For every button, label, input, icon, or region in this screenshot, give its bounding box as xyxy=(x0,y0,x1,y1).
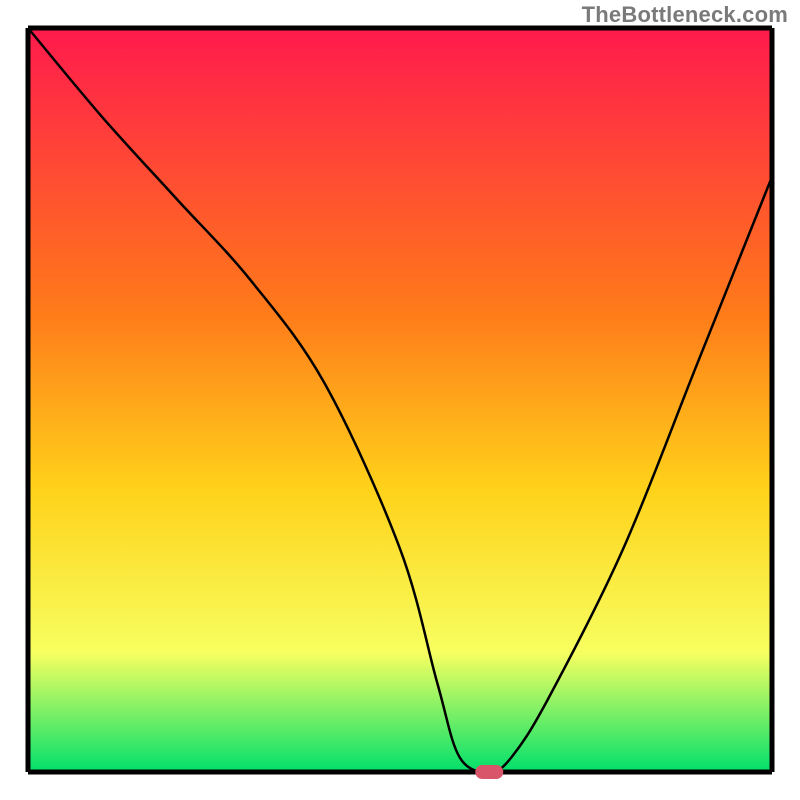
chart-container: TheBottleneck.com xyxy=(0,0,800,800)
plot-background xyxy=(28,28,772,772)
watermark-text: TheBottleneck.com xyxy=(582,2,788,28)
bottleneck-chart xyxy=(0,0,800,800)
optimal-point-marker xyxy=(475,765,503,779)
